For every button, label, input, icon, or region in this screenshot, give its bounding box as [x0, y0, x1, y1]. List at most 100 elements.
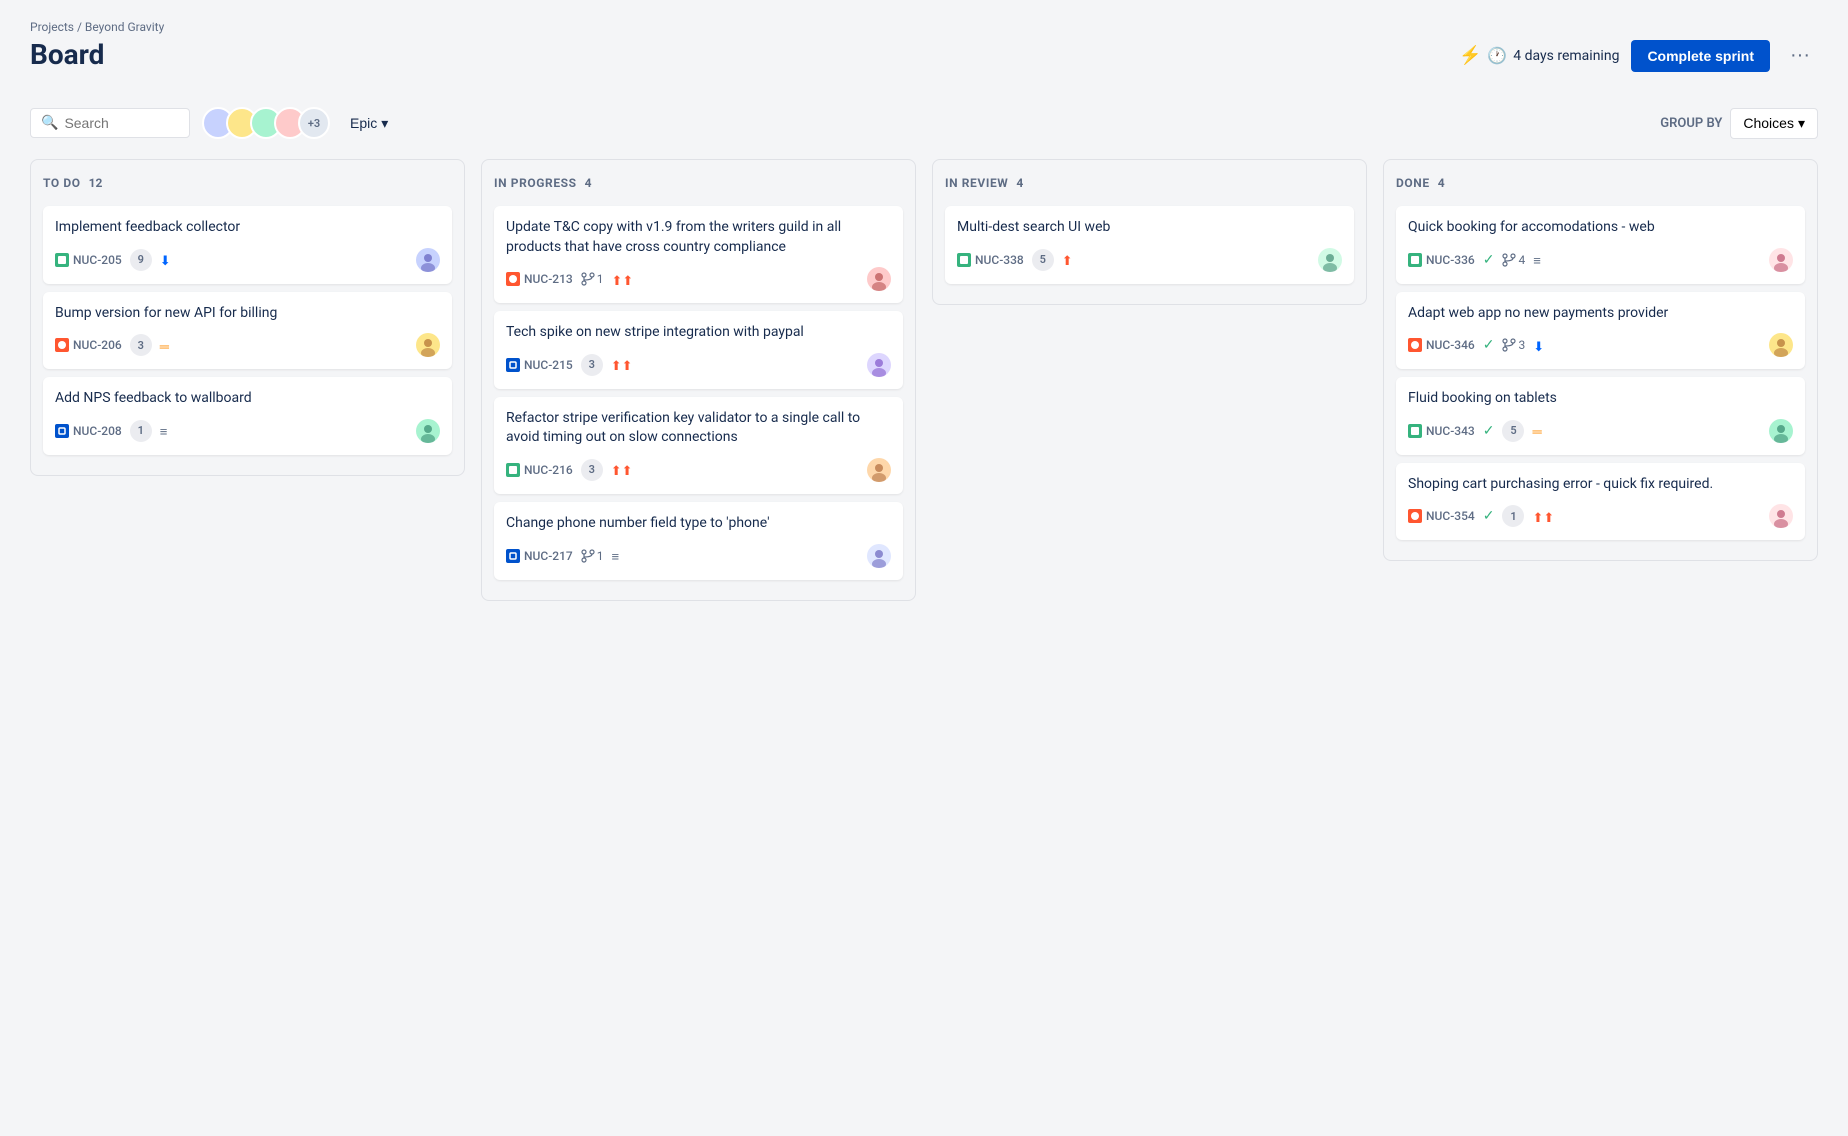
issue-id: NUC-343 [1426, 424, 1475, 438]
avatar-extra[interactable]: +3 [298, 107, 330, 139]
card[interactable]: Refactor stripe verification key validat… [494, 397, 903, 494]
days-remaining: 4 days remaining [1513, 48, 1619, 64]
branch-count: 1 [597, 272, 604, 286]
card-title: Change phone number field type to 'phone… [506, 514, 891, 534]
card-title: Implement feedback collector [55, 218, 440, 238]
column-done: DONE 4 Quick booking for accomodations -… [1383, 159, 1818, 561]
assignee-avatar [1318, 248, 1342, 272]
search-input[interactable] [64, 115, 179, 131]
board: TO DO 12 Implement feedback collectorNUC… [30, 159, 1818, 601]
issue-id: NUC-346 [1426, 338, 1475, 352]
issue-tag[interactable]: NUC-216 [506, 463, 573, 477]
column-count: 4 [585, 176, 592, 190]
card[interactable]: Implement feedback collectorNUC-2059⬇ [43, 206, 452, 284]
assignee-avatar [1769, 419, 1793, 443]
search-icon: 🔍 [41, 115, 58, 131]
choices-dropdown[interactable]: Choices ▾ [1730, 108, 1818, 139]
card[interactable]: Shoping cart purchasing error - quick fi… [1396, 463, 1805, 541]
epic-filter-button[interactable]: Epic ▾ [342, 109, 396, 138]
story-points-badge: 5 [1032, 249, 1054, 271]
story-icon [1408, 424, 1422, 438]
priority-icon: ⬆⬆ [611, 460, 633, 479]
issue-tag[interactable]: NUC-346 [1408, 338, 1475, 352]
card[interactable]: Adapt web app no new payments providerNU… [1396, 292, 1805, 370]
branch-count: 1 [597, 549, 604, 563]
column-to-do: TO DO 12 Implement feedback collectorNUC… [30, 159, 465, 476]
card-title: Add NPS feedback to wallboard [55, 389, 440, 409]
card-footer: NUC-2081≡ [55, 419, 440, 443]
complete-sprint-button[interactable]: Complete sprint [1631, 40, 1770, 72]
priority-icon: ⬆ [1062, 250, 1073, 269]
story-icon [506, 463, 520, 477]
bug-icon [1408, 509, 1422, 523]
issue-tag[interactable]: NUC-215 [506, 358, 573, 372]
card-footer: NUC-2171≡ [506, 544, 891, 568]
page-title: Board [30, 38, 164, 71]
task-icon [506, 358, 520, 372]
card[interactable]: Multi-dest search UI web NUC-338 5 ⬆ [945, 206, 1354, 284]
issue-tag[interactable]: NUC-354 [1408, 509, 1475, 523]
story-points-badge: 1 [130, 420, 152, 442]
story-icon [55, 253, 69, 267]
epic-label: Epic [350, 115, 377, 131]
issue-tag[interactable]: NUC-343 [1408, 424, 1475, 438]
card-footer: NUC-206 3 ═ [55, 333, 440, 357]
story-points-badge: 3 [130, 334, 152, 356]
avatar-group: +3 [202, 107, 330, 139]
issue-tag[interactable]: NUC-217 [506, 549, 573, 563]
column-in-progress: IN PROGRESS 4 Update T&C copy with v1.9 … [481, 159, 916, 601]
more-options-button[interactable]: ··· [1782, 40, 1818, 71]
assignee-avatar [1769, 248, 1793, 272]
assignee-avatar [416, 419, 440, 443]
column-count: 4 [1438, 176, 1445, 190]
card[interactable]: Quick booking for accomodations - web NUC… [1396, 206, 1805, 284]
card[interactable]: Fluid booking on tabletsNUC-343✓5═ [1396, 377, 1805, 455]
issue-tag[interactable]: NUC-206 [55, 338, 122, 352]
issue-id: NUC-215 [524, 358, 573, 372]
assignee-avatar [1769, 333, 1793, 357]
column-title: IN PROGRESS [494, 176, 577, 190]
issue-id: NUC-213 [524, 272, 573, 286]
issue-id: NUC-205 [73, 253, 122, 267]
priority-icon: ⬇ [1533, 336, 1544, 355]
issue-tag[interactable]: NUC-205 [55, 253, 122, 267]
assignee-avatar [867, 353, 891, 377]
column-title: DONE [1396, 176, 1430, 190]
bug-icon [1408, 338, 1422, 352]
priority-icon: ⬆⬆ [1532, 507, 1554, 526]
card-footer: NUC-2059⬇ [55, 248, 440, 272]
assignee-avatar [867, 544, 891, 568]
card-title: Quick booking for accomodations - web [1408, 218, 1793, 238]
issue-id: NUC-216 [524, 463, 573, 477]
card-title: Update T&C copy with v1.9 from the write… [506, 218, 891, 257]
card-title: Tech spike on new stripe integration wit… [506, 323, 891, 343]
column-count: 12 [89, 176, 103, 190]
lightning-icon: ⚡ [1459, 45, 1481, 66]
issue-tag[interactable]: NUC-336 [1408, 253, 1475, 267]
card[interactable]: Add NPS feedback to wallboardNUC-2081≡ [43, 377, 452, 455]
card[interactable]: Update T&C copy with v1.9 from the write… [494, 206, 903, 303]
card[interactable]: Change phone number field type to 'phone… [494, 502, 903, 580]
card-footer: NUC-354✓1⬆⬆ [1408, 504, 1793, 528]
story-points-badge: 9 [130, 249, 152, 271]
priority-icon: ═ [160, 336, 169, 355]
card-title: Shoping cart purchasing error - quick fi… [1408, 475, 1793, 495]
story-icon [957, 253, 971, 267]
issue-tag[interactable]: NUC-208 [55, 424, 122, 438]
search-box[interactable]: 🔍 [30, 108, 190, 138]
card[interactable]: Tech spike on new stripe integration wit… [494, 311, 903, 389]
issue-tag[interactable]: NUC-213 [506, 272, 573, 286]
story-icon [1408, 253, 1422, 267]
branch-icon: 3 [1502, 338, 1525, 352]
chevron-down-icon: ▾ [1798, 115, 1805, 132]
card[interactable]: Bump version for new API for billingNUC-… [43, 292, 452, 370]
check-icon: ✓ [1483, 508, 1495, 524]
card-title: Multi-dest search UI web [957, 218, 1342, 238]
check-icon: ✓ [1483, 423, 1495, 439]
card-title: Refactor stripe verification key validat… [506, 409, 891, 448]
priority-icon: ═ [1532, 421, 1541, 440]
issue-id: NUC-336 [1426, 253, 1475, 267]
breadcrumb: Projects / Beyond Gravity [30, 20, 164, 34]
issue-tag[interactable]: NUC-338 [957, 253, 1024, 267]
clock-icon: 🕐 [1487, 46, 1507, 65]
